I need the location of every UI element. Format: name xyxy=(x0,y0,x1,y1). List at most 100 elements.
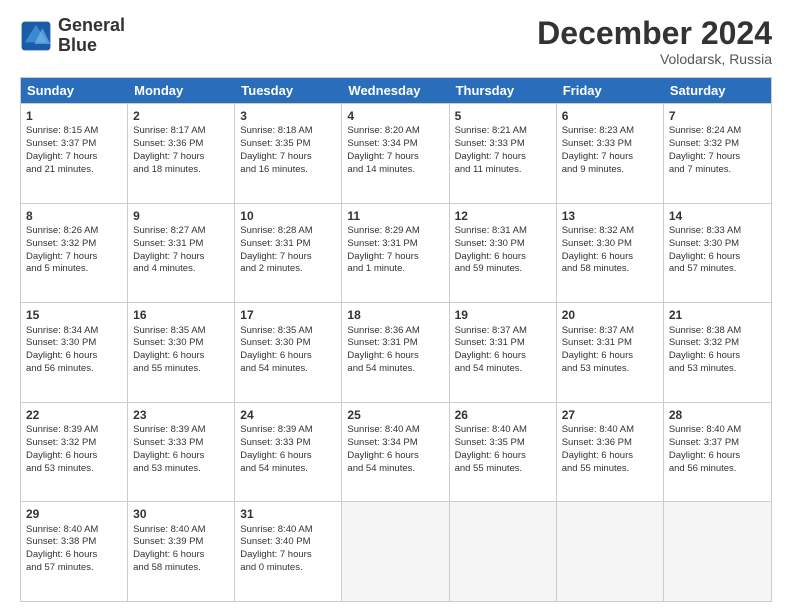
day-number: 20 xyxy=(562,307,658,323)
day-number: 18 xyxy=(347,307,443,323)
cell-line-0: Sunrise: 8:40 AM xyxy=(26,524,122,537)
calendar-cell-30: 30Sunrise: 8:40 AMSunset: 3:39 PMDayligh… xyxy=(128,502,235,601)
day-number: 9 xyxy=(133,208,229,224)
day-number: 7 xyxy=(669,108,766,124)
day-number: 22 xyxy=(26,407,122,423)
cell-line-1: Sunset: 3:30 PM xyxy=(133,337,229,350)
logo-text: General Blue xyxy=(58,16,125,56)
cell-line-0: Sunrise: 8:20 AM xyxy=(347,125,443,138)
cell-line-0: Sunrise: 8:37 AM xyxy=(562,325,658,338)
calendar-cell-empty xyxy=(450,502,557,601)
logo: General Blue xyxy=(20,16,125,56)
cell-line-1: Sunset: 3:30 PM xyxy=(455,238,551,251)
day-number: 17 xyxy=(240,307,336,323)
calendar-body: 1Sunrise: 8:15 AMSunset: 3:37 PMDaylight… xyxy=(21,103,771,601)
cell-line-1: Sunset: 3:37 PM xyxy=(26,138,122,151)
cell-line-2: Daylight: 6 hours xyxy=(26,350,122,363)
day-number: 13 xyxy=(562,208,658,224)
day-number: 8 xyxy=(26,208,122,224)
cell-line-2: Daylight: 6 hours xyxy=(455,350,551,363)
cell-line-2: Daylight: 7 hours xyxy=(347,151,443,164)
day-number: 26 xyxy=(455,407,551,423)
cell-line-3: and 1 minute. xyxy=(347,263,443,276)
calendar-cell-19: 19Sunrise: 8:37 AMSunset: 3:31 PMDayligh… xyxy=(450,303,557,402)
cell-line-2: Daylight: 6 hours xyxy=(347,350,443,363)
cell-line-0: Sunrise: 8:39 AM xyxy=(26,424,122,437)
cell-line-0: Sunrise: 8:39 AM xyxy=(240,424,336,437)
day-number: 21 xyxy=(669,307,766,323)
cell-line-2: Daylight: 7 hours xyxy=(133,251,229,264)
day-number: 27 xyxy=(562,407,658,423)
calendar-row-3: 15Sunrise: 8:34 AMSunset: 3:30 PMDayligh… xyxy=(21,302,771,402)
calendar-cell-31: 31Sunrise: 8:40 AMSunset: 3:40 PMDayligh… xyxy=(235,502,342,601)
cell-line-0: Sunrise: 8:27 AM xyxy=(133,225,229,238)
calendar-cell-4: 4Sunrise: 8:20 AMSunset: 3:34 PMDaylight… xyxy=(342,104,449,203)
cell-line-0: Sunrise: 8:24 AM xyxy=(669,125,766,138)
cell-line-3: and 54 minutes. xyxy=(240,363,336,376)
cell-line-3: and 2 minutes. xyxy=(240,263,336,276)
cell-line-3: and 14 minutes. xyxy=(347,164,443,177)
calendar-cell-10: 10Sunrise: 8:28 AMSunset: 3:31 PMDayligh… xyxy=(235,204,342,303)
calendar-cell-27: 27Sunrise: 8:40 AMSunset: 3:36 PMDayligh… xyxy=(557,403,664,502)
page: General Blue December 2024 Volodarsk, Ru… xyxy=(0,0,792,612)
cell-line-2: Daylight: 7 hours xyxy=(240,549,336,562)
calendar-cell-11: 11Sunrise: 8:29 AMSunset: 3:31 PMDayligh… xyxy=(342,204,449,303)
cell-line-3: and 58 minutes. xyxy=(562,263,658,276)
cell-line-0: Sunrise: 8:40 AM xyxy=(669,424,766,437)
cell-line-1: Sunset: 3:30 PM xyxy=(26,337,122,350)
calendar-cell-12: 12Sunrise: 8:31 AMSunset: 3:30 PMDayligh… xyxy=(450,204,557,303)
day-number: 11 xyxy=(347,208,443,224)
logo-line2: Blue xyxy=(58,36,125,56)
calendar-cell-24: 24Sunrise: 8:39 AMSunset: 3:33 PMDayligh… xyxy=(235,403,342,502)
calendar-cell-8: 8Sunrise: 8:26 AMSunset: 3:32 PMDaylight… xyxy=(21,204,128,303)
cell-line-2: Daylight: 7 hours xyxy=(26,151,122,164)
cell-line-2: Daylight: 7 hours xyxy=(133,151,229,164)
day-number: 2 xyxy=(133,108,229,124)
calendar-cell-22: 22Sunrise: 8:39 AMSunset: 3:32 PMDayligh… xyxy=(21,403,128,502)
cell-line-1: Sunset: 3:38 PM xyxy=(26,536,122,549)
day-number: 15 xyxy=(26,307,122,323)
cell-line-2: Daylight: 7 hours xyxy=(240,151,336,164)
cell-line-0: Sunrise: 8:21 AM xyxy=(455,125,551,138)
cell-line-1: Sunset: 3:33 PM xyxy=(562,138,658,151)
cell-line-1: Sunset: 3:39 PM xyxy=(133,536,229,549)
cell-line-2: Daylight: 6 hours xyxy=(562,350,658,363)
cell-line-2: Daylight: 7 hours xyxy=(669,151,766,164)
cell-line-3: and 18 minutes. xyxy=(133,164,229,177)
cell-line-3: and 59 minutes. xyxy=(455,263,551,276)
location-subtitle: Volodarsk, Russia xyxy=(537,51,772,67)
cell-line-2: Daylight: 6 hours xyxy=(133,350,229,363)
calendar-cell-13: 13Sunrise: 8:32 AMSunset: 3:30 PMDayligh… xyxy=(557,204,664,303)
cell-line-2: Daylight: 6 hours xyxy=(133,450,229,463)
cell-line-1: Sunset: 3:32 PM xyxy=(26,238,122,251)
cell-line-1: Sunset: 3:35 PM xyxy=(240,138,336,151)
cell-line-2: Daylight: 6 hours xyxy=(669,251,766,264)
day-number: 4 xyxy=(347,108,443,124)
day-number: 12 xyxy=(455,208,551,224)
cell-line-1: Sunset: 3:34 PM xyxy=(347,138,443,151)
cell-line-3: and 53 minutes. xyxy=(133,463,229,476)
day-number: 1 xyxy=(26,108,122,124)
cell-line-2: Daylight: 6 hours xyxy=(347,450,443,463)
cell-line-3: and 9 minutes. xyxy=(562,164,658,177)
month-title: December 2024 xyxy=(537,16,772,51)
cell-line-1: Sunset: 3:31 PM xyxy=(347,238,443,251)
header-day-monday: Monday xyxy=(128,78,235,103)
cell-line-3: and 57 minutes. xyxy=(26,562,122,575)
cell-line-2: Daylight: 6 hours xyxy=(455,251,551,264)
cell-line-1: Sunset: 3:31 PM xyxy=(347,337,443,350)
cell-line-1: Sunset: 3:36 PM xyxy=(562,437,658,450)
cell-line-1: Sunset: 3:33 PM xyxy=(133,437,229,450)
calendar-cell-23: 23Sunrise: 8:39 AMSunset: 3:33 PMDayligh… xyxy=(128,403,235,502)
cell-line-0: Sunrise: 8:37 AM xyxy=(455,325,551,338)
day-number: 5 xyxy=(455,108,551,124)
calendar-cell-18: 18Sunrise: 8:36 AMSunset: 3:31 PMDayligh… xyxy=(342,303,449,402)
cell-line-1: Sunset: 3:30 PM xyxy=(562,238,658,251)
cell-line-0: Sunrise: 8:35 AM xyxy=(240,325,336,338)
calendar-cell-empty xyxy=(342,502,449,601)
cell-line-2: Daylight: 6 hours xyxy=(669,450,766,463)
calendar-cell-15: 15Sunrise: 8:34 AMSunset: 3:30 PMDayligh… xyxy=(21,303,128,402)
calendar-row-4: 22Sunrise: 8:39 AMSunset: 3:32 PMDayligh… xyxy=(21,402,771,502)
header-day-tuesday: Tuesday xyxy=(235,78,342,103)
cell-line-1: Sunset: 3:31 PM xyxy=(133,238,229,251)
